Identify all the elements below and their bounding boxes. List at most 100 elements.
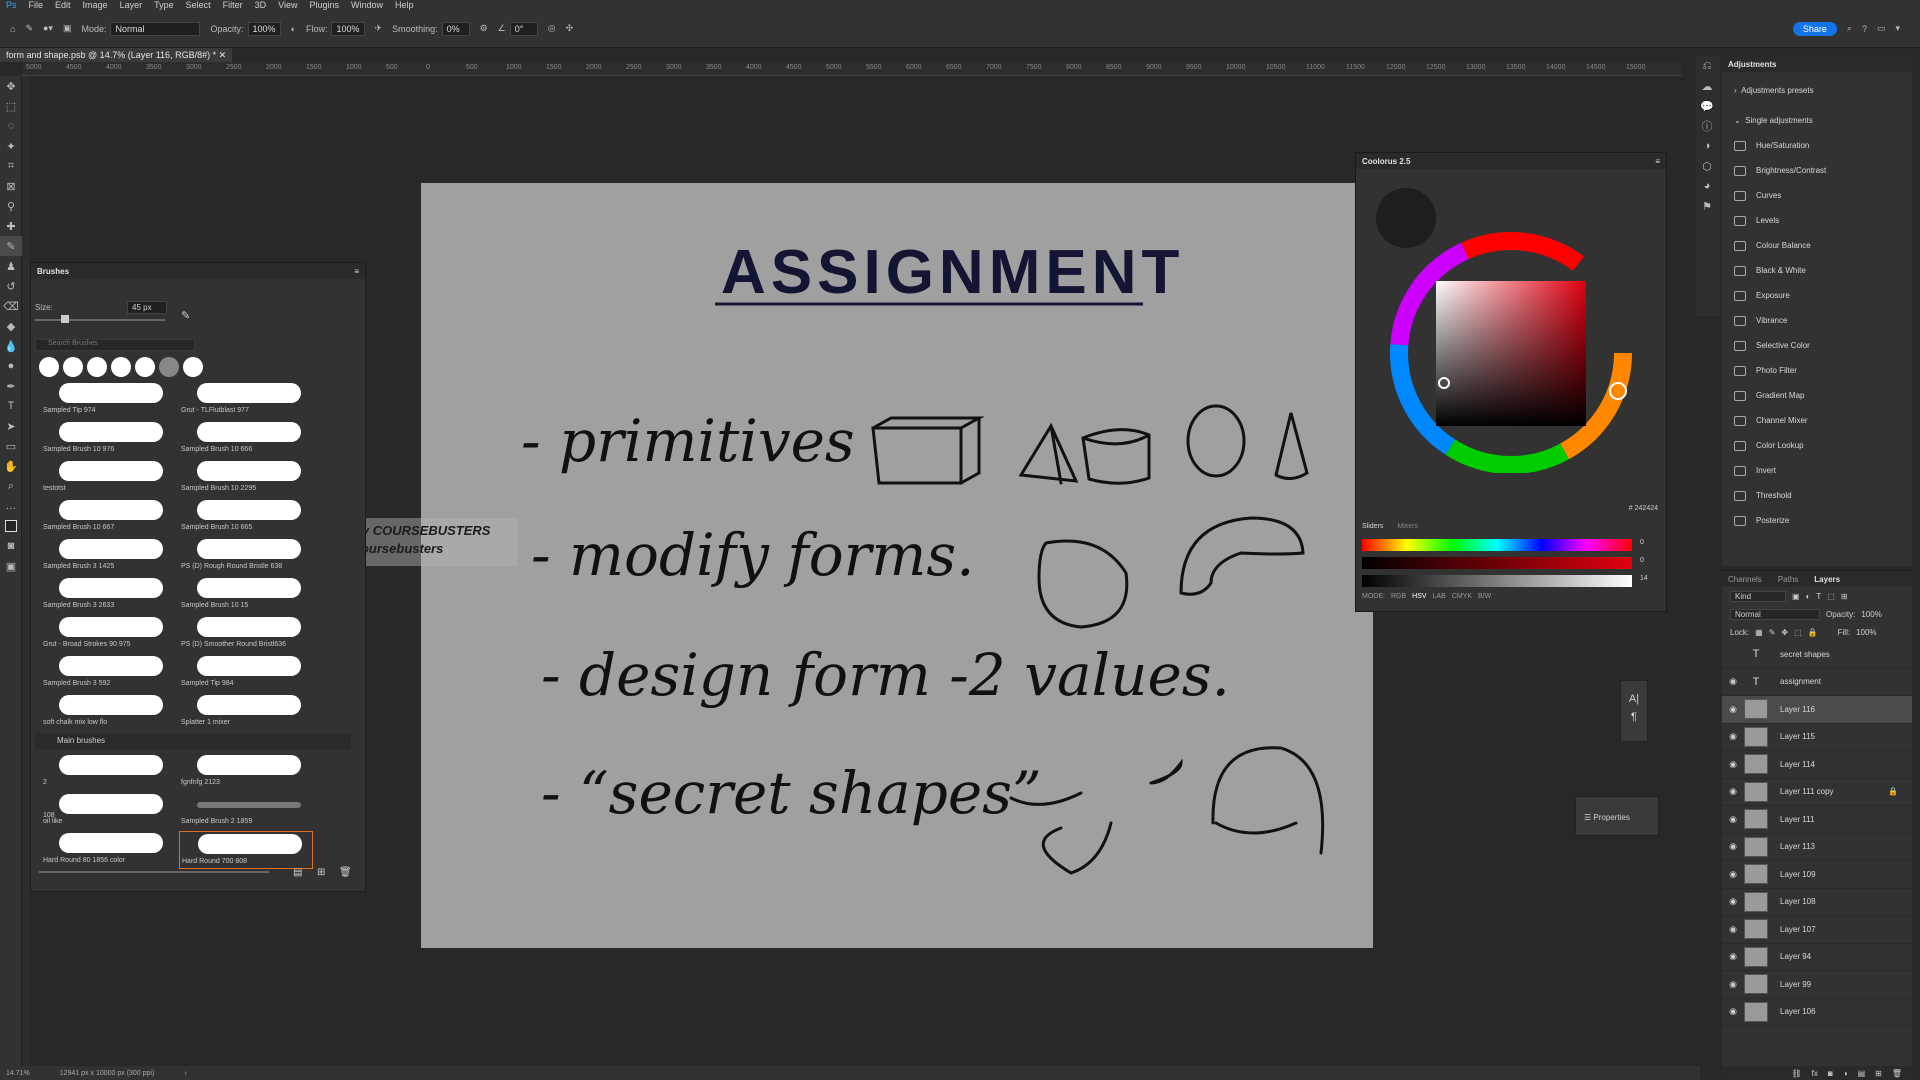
brush-item[interactable]: Sampled Brush 10 666	[179, 420, 313, 458]
3d-icon[interactable]: ⬡	[1696, 156, 1718, 176]
single-adjustments-row[interactable]: ⌄ Single adjustments	[1722, 108, 1912, 133]
smoothing-input[interactable]: 0%	[441, 21, 470, 36]
menu-plugins[interactable]: Plugins	[303, 0, 345, 10]
hue-slider[interactable]	[1362, 539, 1632, 551]
brush-item[interactable]: fgnfnfg 2123	[179, 753, 313, 791]
menu-3d[interactable]: 3D	[249, 0, 273, 10]
layer-row-selected[interactable]: ◉ Layer 116	[1722, 696, 1912, 724]
brush-item[interactable]: Sampled Brush 10 2295	[179, 459, 313, 497]
brush-search-input[interactable]: Search Brushes	[35, 339, 195, 351]
menu-image[interactable]: Image	[77, 0, 114, 10]
fx-icon[interactable]: fx	[1812, 1069, 1818, 1078]
pressure-opacity-icon[interactable]: ◐	[291, 24, 296, 34]
close-icon[interactable]: ✕	[219, 50, 227, 60]
filter-smart-icon[interactable]: ⊞	[1841, 592, 1848, 601]
mode-bw[interactable]: B/W	[1478, 593, 1491, 600]
new-layer-icon[interactable]: ⊞	[1875, 1069, 1882, 1078]
adjustments-icon[interactable]: ◑	[1696, 136, 1718, 156]
recent-brush-5[interactable]	[135, 357, 155, 377]
brush-item[interactable]: soft chalk mix low flo	[41, 693, 175, 731]
brush-item[interactable]: testotst	[41, 459, 175, 497]
quick-mask-icon[interactable]: ◙	[0, 536, 22, 556]
paragraph-icon[interactable]: ¶	[1621, 711, 1647, 723]
filter-shape-icon[interactable]: ⬚	[1827, 592, 1835, 601]
menu-file[interactable]: File	[23, 0, 50, 10]
type-tool-icon[interactable]: T	[0, 396, 22, 416]
stamp-tool-icon[interactable]: ♟	[0, 256, 22, 276]
more-tools-icon[interactable]: …	[0, 496, 22, 516]
brush-item[interactable]: Sampled Brush 10 667	[41, 498, 175, 536]
adjustment-layer-icon[interactable]: ◑	[1843, 1069, 1848, 1078]
adj-photo-filter[interactable]: Photo Filter	[1722, 358, 1912, 383]
move-tool-icon[interactable]: ✥	[0, 76, 22, 96]
panel-menu-icon[interactable]: ≡	[1655, 157, 1666, 166]
preview-size-slider[interactable]	[39, 871, 269, 873]
pen-tool-icon[interactable]: ✒	[0, 376, 22, 396]
layer-row[interactable]: ◉ Layer 109	[1722, 861, 1912, 889]
layer-row[interactable]: · Tsecret shapes	[1722, 641, 1912, 669]
recent-brush-7[interactable]	[183, 357, 203, 377]
paint-bucket-icon[interactable]: ◆	[0, 316, 22, 336]
tab-channels[interactable]: Channels	[1728, 575, 1762, 584]
adj-gradient-map[interactable]: Gradient Map	[1722, 383, 1912, 408]
eye-icon[interactable]: ◉	[1722, 841, 1744, 852]
chevron-right-icon[interactable]: ›	[184, 1070, 186, 1077]
eye-icon[interactable]: ◉	[1722, 869, 1744, 880]
eraser-icon[interactable]: ⌫	[0, 296, 22, 316]
brush-preset-picker[interactable]: ●▾	[43, 23, 53, 34]
layer-row[interactable]: ◉ Layer 108	[1722, 889, 1912, 916]
layer-kind-filter[interactable]: Kind	[1730, 590, 1786, 602]
brush-tool-icon[interactable]: ✎	[0, 236, 22, 256]
recent-brush-2[interactable]	[63, 357, 83, 377]
brush-item[interactable]: Sampled Brush 3 2633	[41, 576, 175, 614]
crop-tool-icon[interactable]: ⌗	[0, 156, 22, 176]
trash-icon[interactable]: 🗑	[339, 867, 352, 878]
screen-mode-icon[interactable]: ▣	[0, 556, 22, 576]
group-icon[interactable]: ▤	[1858, 1069, 1866, 1078]
lock-artboard-icon[interactable]: ⬚	[1794, 628, 1802, 637]
info-icon[interactable]: ⓘ	[1696, 116, 1718, 136]
airbrush-icon[interactable]: ✈	[375, 23, 383, 34]
swatches-icon[interactable]: ◕	[1696, 176, 1718, 196]
size-slider[interactable]	[35, 319, 165, 321]
adjustments-presets-row[interactable]: › Adjustments presets	[1722, 72, 1912, 108]
brush-item[interactable]: PS (D) Smoother Round Bristl636	[179, 615, 313, 653]
value-slider-value[interactable]: 14	[1640, 575, 1648, 582]
frame-tool-icon[interactable]: ⊠	[0, 176, 22, 196]
healing-brush-icon[interactable]: ✚	[0, 216, 22, 236]
zoom-level[interactable]: 14.71%	[6, 1070, 30, 1077]
brush-item[interactable]: Sampled Brush 10 665	[179, 498, 313, 536]
layer-row[interactable]: ◉ Layer 107	[1722, 916, 1912, 944]
marquee-tool-icon[interactable]: ⬚	[0, 96, 22, 116]
brush-item[interactable]: Sampled Brush 3 1425	[41, 537, 175, 575]
tab-layers[interactable]: Layers	[1814, 575, 1840, 584]
recent-brush-4[interactable]	[111, 357, 131, 377]
lasso-tool-icon[interactable]: ◌	[0, 116, 22, 136]
eye-icon[interactable]: ◉	[1722, 676, 1744, 687]
adj-black-white[interactable]: Black & White	[1722, 258, 1912, 283]
menu-help[interactable]: Help	[389, 0, 420, 10]
brush-tool-icon[interactable]: ✎	[25, 23, 33, 34]
layer-row[interactable]: ◉ Tassignment	[1722, 669, 1912, 696]
color-swatches-icon[interactable]	[0, 516, 22, 536]
saturation-slider-value[interactable]: 0	[1640, 557, 1644, 564]
chevron-down-icon[interactable]: ▾	[1895, 23, 1900, 34]
zoom-tool-icon[interactable]: ⌕	[0, 476, 22, 496]
menu-select[interactable]: Select	[180, 0, 217, 10]
libraries-icon[interactable]: ☁	[1696, 76, 1718, 96]
rectangle-tool-icon[interactable]: ▭	[0, 436, 22, 456]
mode-hsv[interactable]: HSV	[1412, 593, 1426, 600]
dodge-tool-icon[interactable]: ●	[0, 356, 22, 376]
angle-input[interactable]: 0°	[509, 21, 538, 36]
adj-colour-balance[interactable]: Colour Balance	[1722, 233, 1912, 258]
opacity-input[interactable]: 100%	[247, 21, 281, 36]
value-slider[interactable]	[1362, 575, 1632, 587]
eye-icon[interactable]: ◉	[1722, 924, 1744, 935]
brush-item[interactable]: Splatter 1 mixer	[179, 693, 313, 731]
color-wheel[interactable]	[1376, 183, 1656, 473]
layer-row[interactable]: ◉ Layer 111	[1722, 806, 1912, 834]
adj-hue-saturation[interactable]: Hue/Saturation	[1722, 133, 1912, 158]
gear-icon[interactable]: ⚙	[480, 23, 488, 34]
lock-move-icon[interactable]: ✥	[1781, 628, 1788, 637]
comments-icon[interactable]: 💬	[1696, 96, 1718, 116]
